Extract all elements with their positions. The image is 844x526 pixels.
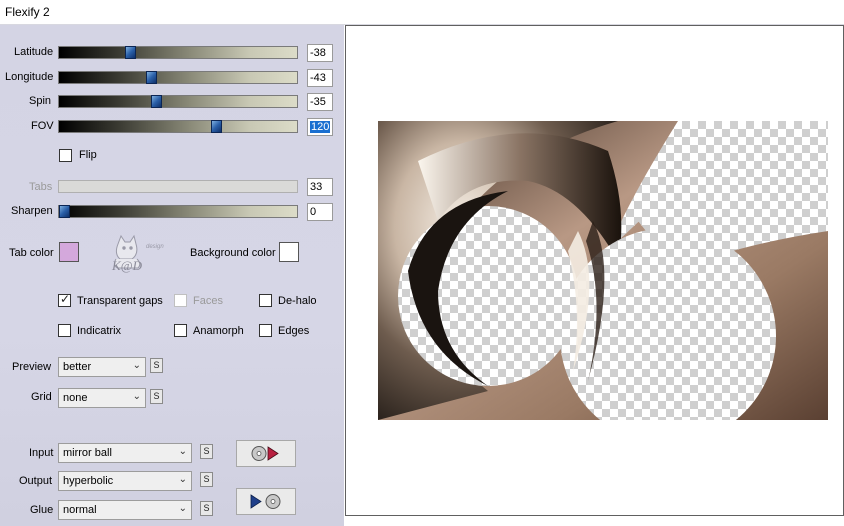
disc-play-right-icon — [251, 446, 279, 461]
load-preset-button[interactable] — [236, 440, 296, 467]
faces-label: Faces — [193, 295, 223, 307]
input-s-button[interactable]: S — [200, 444, 213, 459]
longitude-slider-thumb[interactable] — [146, 71, 157, 84]
fov-slider-thumb[interactable] — [211, 120, 222, 133]
fov-label: FOV — [31, 120, 54, 132]
output-s-button[interactable]: S — [200, 472, 213, 487]
grid-s-button[interactable]: S — [150, 389, 163, 404]
tab-color-swatch[interactable] — [59, 242, 79, 262]
faces-checkbox[interactable] — [174, 294, 187, 307]
preview-s-button[interactable]: S — [150, 358, 163, 373]
fov-value-field[interactable]: 120 — [307, 118, 333, 136]
cat-logo-icon: K@D design — [111, 234, 164, 273]
spin-value-field[interactable]: -35 — [307, 93, 333, 111]
transparent-gaps-checkbox[interactable]: ✓ — [58, 292, 71, 307]
preview-select-value: better — [63, 361, 92, 373]
anamorph-label: Anamorph — [193, 325, 244, 337]
preview-image[interactable] — [378, 121, 828, 420]
check-mark-icon: ✓ — [60, 292, 71, 306]
grid-select[interactable]: none ⌄ — [58, 388, 146, 408]
grid-label: Grid — [31, 391, 52, 403]
latitude-label: Latitude — [14, 46, 54, 58]
output-select-value: hyperbolic — [63, 475, 114, 487]
tabs-value-field[interactable]: 33 — [307, 178, 333, 196]
transparent-gaps-label: Transparent gaps — [77, 295, 163, 307]
background-color-swatch[interactable] — [279, 242, 299, 262]
anamorph-checkbox[interactable] — [174, 324, 187, 337]
chevron-down-icon: ⌄ — [178, 474, 187, 485]
output-select[interactable]: hyperbolic ⌄ — [58, 471, 192, 491]
edges-checkbox[interactable] — [259, 324, 272, 337]
flip-label: Flip — [79, 149, 97, 161]
glue-label: Glue — [30, 504, 54, 516]
edges-label: Edges — [278, 325, 310, 337]
tabs-slider[interactable] — [58, 180, 298, 193]
output-label: Output — [19, 475, 53, 487]
sharpen-value-field[interactable]: 0 — [307, 203, 333, 221]
chevron-down-icon: ⌄ — [178, 503, 187, 514]
fov-value-text: 120 — [310, 121, 331, 133]
longitude-slider[interactable] — [58, 71, 298, 84]
tab-color-label: Tab color — [9, 247, 54, 259]
longitude-label: Longitude — [5, 71, 54, 83]
tabs-label: Tabs — [29, 181, 53, 193]
preview-label: Preview — [12, 361, 52, 373]
background-color-label: Background color — [190, 247, 276, 259]
chevron-down-icon: ⌄ — [178, 446, 187, 457]
fov-slider[interactable] — [58, 120, 298, 133]
svg-text:design: design — [146, 244, 164, 250]
glue-select-value: normal — [63, 504, 97, 516]
preview-select[interactable]: better ⌄ — [58, 357, 146, 377]
input-label: Input — [29, 447, 54, 459]
sharpen-label: Sharpen — [11, 205, 53, 217]
longitude-value-field[interactable]: -43 — [307, 69, 333, 87]
logo-text: K@D — [111, 258, 143, 273]
title-bar: Flexify 2 — [0, 0, 844, 25]
indicatrix-label: Indicatrix — [77, 325, 122, 337]
chevron-down-icon: ⌄ — [132, 391, 141, 402]
de-halo-checkbox[interactable] — [259, 294, 272, 307]
grid-select-value: none — [63, 392, 88, 404]
spin-slider[interactable] — [58, 95, 298, 108]
save-preset-button[interactable] — [236, 488, 296, 515]
latitude-slider[interactable] — [58, 46, 298, 59]
spin-label: Spin — [29, 95, 52, 107]
latitude-value-field[interactable]: -38 — [307, 44, 333, 62]
window-title: Flexify 2 — [5, 5, 50, 19]
glue-s-button[interactable]: S — [200, 501, 213, 516]
glue-select[interactable]: normal ⌄ — [58, 500, 192, 520]
latitude-slider-thumb[interactable] — [125, 46, 136, 59]
de-halo-label: De-halo — [278, 295, 317, 307]
indicatrix-checkbox[interactable] — [58, 324, 71, 337]
spin-slider-thumb[interactable] — [151, 95, 162, 108]
play-disc-icon — [250, 494, 281, 509]
sharpen-slider[interactable] — [58, 205, 298, 218]
input-select-value: mirror ball — [63, 447, 112, 459]
chevron-down-icon: ⌄ — [132, 360, 141, 371]
input-select[interactable]: mirror ball ⌄ — [58, 443, 192, 463]
flip-checkbox[interactable] — [59, 149, 72, 162]
sharpen-slider-thumb[interactable] — [59, 205, 70, 218]
